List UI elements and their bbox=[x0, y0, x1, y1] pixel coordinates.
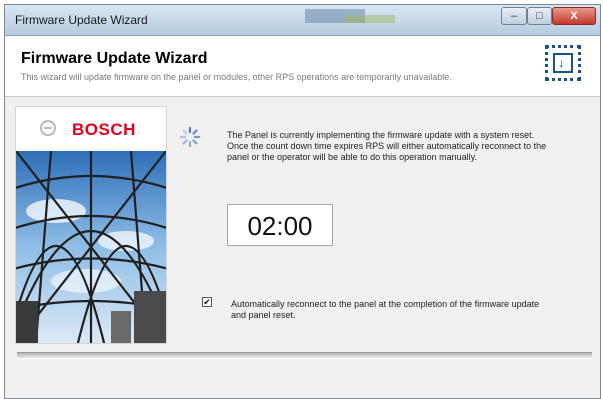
page-subtitle: This wizard will update firmware on the … bbox=[21, 72, 452, 82]
wizard-window: Firmware Update Wizard – □ X Firmware Up… bbox=[4, 4, 601, 399]
busy-spinner-icon bbox=[179, 126, 201, 148]
close-button[interactable]: X bbox=[552, 7, 596, 25]
brand-name: BOSCH bbox=[72, 120, 136, 139]
window-title: Firmware Update Wizard bbox=[15, 13, 148, 27]
footer-separator bbox=[17, 352, 592, 359]
wizard-header: Firmware Update Wizard This wizard will … bbox=[5, 36, 600, 97]
building-image bbox=[16, 151, 166, 343]
minimize-button[interactable]: – bbox=[501, 7, 527, 25]
auto-reconnect-label[interactable]: Automatically reconnect to the panel at … bbox=[231, 299, 551, 321]
brand-panel: BOSCH bbox=[15, 106, 167, 344]
auto-reconnect-checkbox[interactable]: ✔ bbox=[202, 297, 212, 307]
download-arrow-icon: ↓ bbox=[558, 55, 565, 70]
status-message: The Panel is currently implementing the … bbox=[227, 130, 547, 162]
title-bar[interactable]: Firmware Update Wizard – □ X bbox=[5, 5, 600, 36]
bosch-logo-row: BOSCH bbox=[16, 107, 166, 151]
download-chip-icon: ↓ bbox=[545, 45, 581, 81]
bosch-armature-icon bbox=[40, 120, 56, 136]
chip-body: ↓ bbox=[553, 53, 573, 73]
page-title: Firmware Update Wizard bbox=[21, 50, 208, 67]
countdown-value: 02:00 bbox=[247, 211, 313, 241]
countdown-timer: 02:00 bbox=[227, 204, 333, 246]
maximize-button[interactable]: □ bbox=[527, 7, 552, 25]
titlebar-background-blur-2 bbox=[345, 15, 395, 23]
